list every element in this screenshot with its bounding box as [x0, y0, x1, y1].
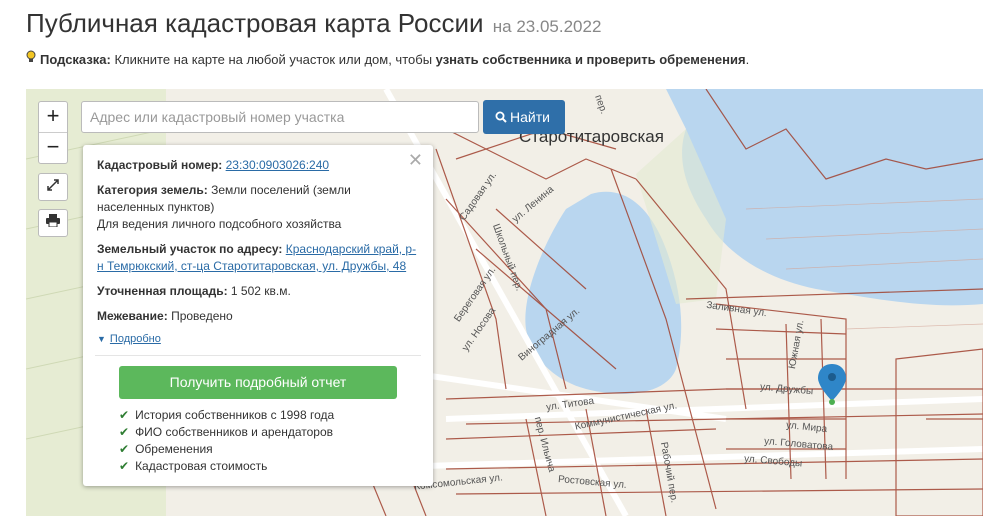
feature-text: История собственников с 1998 года: [135, 408, 335, 422]
feature-text: ФИО собственников и арендаторов: [135, 425, 334, 439]
search-input[interactable]: [81, 101, 479, 133]
feature-item: ✔ История собственников с 1998 года: [97, 407, 419, 424]
expand-icon: [47, 179, 59, 194]
cadastral-number-link[interactable]: 23:30:0903026:240: [226, 158, 329, 172]
area-value: 1 502 кв.м.: [227, 284, 291, 298]
feature-text: Обременения: [135, 442, 213, 456]
land-usage: Для ведения личного подсобного хозяйства: [97, 217, 342, 231]
feature-item: ✔ ФИО собственников и арендаторов: [97, 424, 419, 441]
address-label: Земельный участок по адресу:: [97, 242, 283, 256]
search-button-label: Найти: [510, 109, 550, 125]
page-title-date: на 23.05.2022: [492, 17, 602, 36]
search-icon: [495, 101, 507, 135]
land-category-label: Категория земель:: [97, 183, 208, 197]
zoom-in-button[interactable]: +: [39, 102, 67, 132]
cadastral-number-label: Кадастровый номер:: [97, 158, 223, 172]
check-icon: ✔: [119, 425, 130, 439]
lightbulb-icon: [26, 50, 36, 67]
search-button[interactable]: Найти: [483, 100, 565, 134]
hint-text: Кликните на карте на любой участок или д…: [110, 52, 436, 67]
feature-item: ✔ Обременения: [97, 441, 419, 458]
survey-row: Межевание: Проведено: [97, 308, 419, 325]
fullscreen-button[interactable]: [38, 173, 68, 201]
details-toggle[interactable]: ▼ Подробно: [97, 333, 419, 345]
hint: Подсказка: Кликните на карте на любой уч…: [26, 50, 749, 67]
details-link[interactable]: Подробно: [110, 333, 161, 345]
check-icon: ✔: [119, 442, 130, 456]
hint-label: Подсказка:: [40, 52, 111, 67]
area-row: Уточненная площадь: 1 502 кв.м.: [97, 283, 419, 300]
survey-label: Межевание:: [97, 309, 168, 323]
check-icon: ✔: [119, 459, 130, 473]
page-title: Публичная кадастровая карта России на 23…: [26, 8, 601, 39]
divider: [95, 355, 421, 356]
cadastral-number-row: Кадастровый номер: 23:30:0903026:240: [97, 157, 419, 174]
zoom-control: + −: [38, 101, 68, 164]
land-category-row: Категория земель: Земли поселений (земли…: [97, 182, 419, 233]
printer-icon: [46, 214, 60, 230]
hint-emphasis: узнать собственника и проверить обремене…: [435, 52, 746, 67]
hint-end: .: [745, 52, 750, 67]
page-title-text: Публичная кадастровая карта России: [26, 8, 484, 38]
check-icon: ✔: [119, 408, 130, 422]
print-button[interactable]: [38, 209, 68, 237]
close-icon[interactable]: ✕: [408, 150, 423, 171]
parcel-info-popup: ✕ Кадастровый номер: 23:30:0903026:240 К…: [83, 145, 433, 486]
cadastral-map[interactable]: Старотитаровская Садовая ул. ул. Ленина …: [26, 89, 983, 516]
survey-value: Проведено: [167, 309, 233, 323]
feature-item: ✔ Кадастровая стоимость: [97, 458, 419, 475]
zoom-out-button[interactable]: −: [39, 132, 67, 163]
caret-down-icon: ▼: [97, 334, 106, 344]
address-row: Земельный участок по адресу: Краснодарск…: [97, 241, 419, 275]
area-label: Уточненная площадь:: [97, 284, 228, 298]
feature-text: Кадастровая стоимость: [135, 459, 268, 473]
get-report-button[interactable]: Получить подробный отчет: [119, 366, 397, 399]
